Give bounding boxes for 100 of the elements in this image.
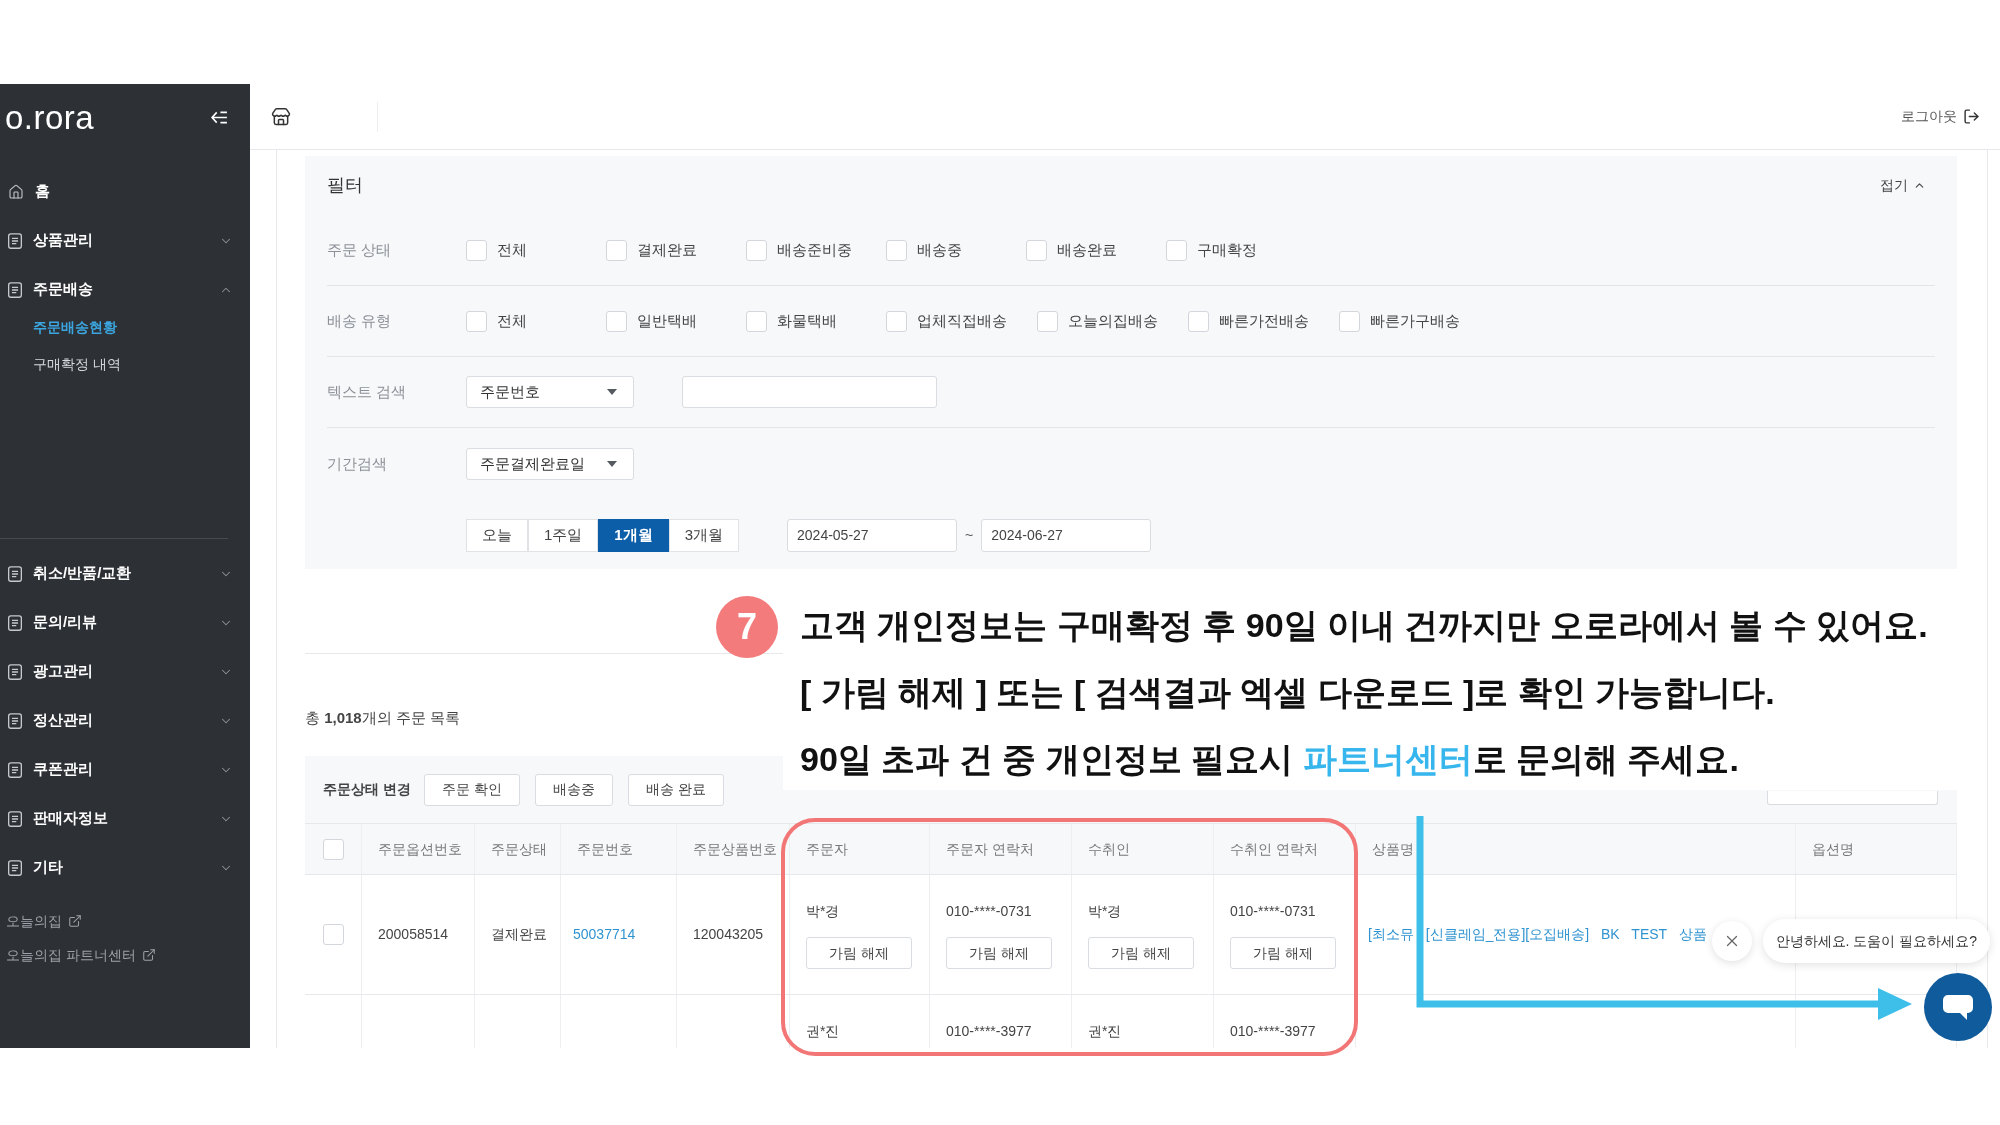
column-header: 수취인 연락처: [1230, 839, 1318, 859]
sidebar-subitem[interactable]: 구매확정 내역: [0, 346, 250, 383]
close-button[interactable]: [1711, 921, 1752, 961]
table-cell-text: 권*진: [1088, 1022, 1123, 1041]
filter-title: 필터: [327, 174, 363, 197]
logout-button[interactable]: 로그아웃: [1901, 106, 1980, 127]
unmask-button[interactable]: 가림 해제: [806, 937, 912, 969]
checkbox[interactable]: [1026, 239, 1047, 261]
chat-greeting-bubble: 안녕하세요. 도움이 필요하세요?: [1762, 919, 1990, 963]
checkbox[interactable]: [1339, 310, 1360, 332]
checkbox-label: 배송중: [917, 239, 962, 260]
checkbox-label: 화물택배: [777, 310, 837, 331]
table-link[interactable]: 50037714: [573, 924, 636, 945]
checkbox[interactable]: [1037, 310, 1058, 332]
column-header: 상품명: [1372, 839, 1414, 859]
table-cell-text: 010-****-3977: [946, 1022, 1033, 1041]
order-count-summary: 총 1,018개의 주문 목록: [305, 708, 462, 728]
document-icon: [8, 761, 22, 778]
logout-icon: [1963, 108, 1980, 125]
checkbox[interactable]: [466, 239, 487, 261]
checkbox-label: 결제완료: [637, 239, 697, 260]
table-cell-text: 200058514: [378, 925, 449, 944]
sidebar-item[interactable]: 홈: [0, 167, 250, 216]
column-header: 주문상태: [491, 839, 547, 859]
sidebar-item[interactable]: 광고관리: [0, 647, 250, 696]
checkbox[interactable]: [746, 239, 767, 261]
collapse-button[interactable]: 접기: [1880, 175, 1926, 196]
status-button[interactable]: 배송중: [534, 773, 613, 806]
table-cell-text: 결제완료: [491, 925, 547, 944]
dropdown-caret-icon: [607, 461, 617, 467]
sidebar-item[interactable]: 정산관리: [0, 696, 250, 745]
date-separator: ~: [965, 526, 974, 545]
checkbox[interactable]: [322, 924, 344, 945]
document-icon: [8, 565, 22, 582]
checkbox[interactable]: [606, 310, 627, 332]
checkbox-label: 전체: [497, 239, 527, 260]
annotation-text: 고객 개인정보는 구매확정 후 90일 이내 건까지만 오로라에서 볼 수 있어요.: [800, 605, 1928, 646]
column-header: 주문번호: [577, 839, 633, 859]
document-icon: [8, 232, 22, 249]
table-cell-text: 박*경: [806, 902, 841, 921]
checkbox-label: 빠른가구배송: [1370, 310, 1460, 331]
checkbox[interactable]: [886, 239, 907, 261]
checkbox[interactable]: [1166, 239, 1187, 261]
table-cell-text: 권*진: [806, 1022, 841, 1041]
table-cell-text: 120043205: [693, 925, 764, 944]
checkbox-label: 배송준비중: [777, 239, 852, 260]
document-icon: [8, 859, 22, 876]
checkbox[interactable]: [1188, 310, 1209, 332]
unmask-button[interactable]: 가림 해제: [1088, 937, 1194, 969]
checkbox-label: 오늘의집배송: [1068, 310, 1158, 331]
sidebar-item[interactable]: 문의/리뷰: [0, 598, 250, 647]
dropdown[interactable]: 주문번호: [466, 376, 634, 408]
external-link[interactable]: 오늘의집 파트너센터: [0, 938, 250, 972]
period-tab[interactable]: 3개월: [668, 519, 740, 552]
column-header: 주문자 연락처: [946, 839, 1034, 859]
sidebar-item[interactable]: 취소/반품/교환: [0, 549, 250, 598]
annotation-text: [ 가림 해제 ] 또는 [ 검색결과 엑셀 다운로드 ]로 확인 가능합니다.: [800, 672, 1775, 713]
date-field[interactable]: 2024-05-27: [787, 519, 958, 552]
unmask-button[interactable]: 가림 해제: [1230, 937, 1336, 969]
document-icon: [8, 663, 22, 680]
dropdown[interactable]: 주문결제완료일: [466, 448, 634, 480]
sidebar-item[interactable]: 상품관리: [0, 216, 250, 265]
checkbox-label: 빠른가전배송: [1219, 310, 1309, 331]
toolbar-label: 주문상태 변경: [323, 780, 411, 799]
unmask-button[interactable]: 가림 해제: [946, 937, 1052, 969]
period-tab[interactable]: 오늘: [466, 519, 528, 552]
table-cell-text: 010-****-0731: [1230, 902, 1317, 921]
period-tab[interactable]: 1개월: [598, 519, 669, 552]
period-tab[interactable]: 1주일: [528, 519, 599, 552]
document-icon: [8, 614, 22, 631]
sidebar-item[interactable]: 기타: [0, 843, 250, 892]
external-link[interactable]: 오늘의집: [0, 904, 250, 938]
sidebar-item[interactable]: 쿠폰관리: [0, 745, 250, 794]
column-header: 옵션명: [1812, 839, 1854, 859]
annotation-text: 90일 초과 건 중 개인정보 필요시 파트너센터로 문의해 주세요.: [800, 739, 1739, 780]
store-icon[interactable]: [271, 106, 291, 127]
status-button[interactable]: 배송 완료: [627, 773, 724, 806]
step-number-badge: 7: [716, 596, 778, 658]
search-input-field[interactable]: [682, 376, 937, 408]
toolbar-button[interactable]: [1767, 791, 1938, 805]
filter-label: 텍스트 검색: [327, 381, 408, 402]
document-icon: [8, 281, 22, 298]
chat-icon: [1942, 993, 1974, 1021]
dropdown-caret-icon: [607, 389, 617, 395]
date-field[interactable]: 2024-06-27: [981, 519, 1152, 552]
external-link-icon: [141, 948, 156, 962]
checkbox[interactable]: [322, 838, 344, 860]
checkbox[interactable]: [606, 239, 627, 261]
status-button[interactable]: 주문 확인: [423, 773, 520, 806]
collapse-menu-icon[interactable]: [211, 110, 228, 124]
checkbox-label: 전체: [497, 310, 527, 331]
checkbox[interactable]: [746, 310, 767, 332]
checkbox-label: 일반택배: [637, 310, 697, 331]
sidebar-item[interactable]: 판매자정보: [0, 794, 250, 843]
document-icon: [8, 712, 22, 729]
table-cell-text: 박*경: [1088, 902, 1123, 921]
checkbox[interactable]: [466, 310, 487, 332]
checkbox[interactable]: [886, 310, 907, 332]
logo: o.rora: [5, 100, 95, 134]
table-link[interactable]: [최소뮤 [신클레임_전용][오집배송] BK TEST 상품: [1368, 924, 1707, 945]
